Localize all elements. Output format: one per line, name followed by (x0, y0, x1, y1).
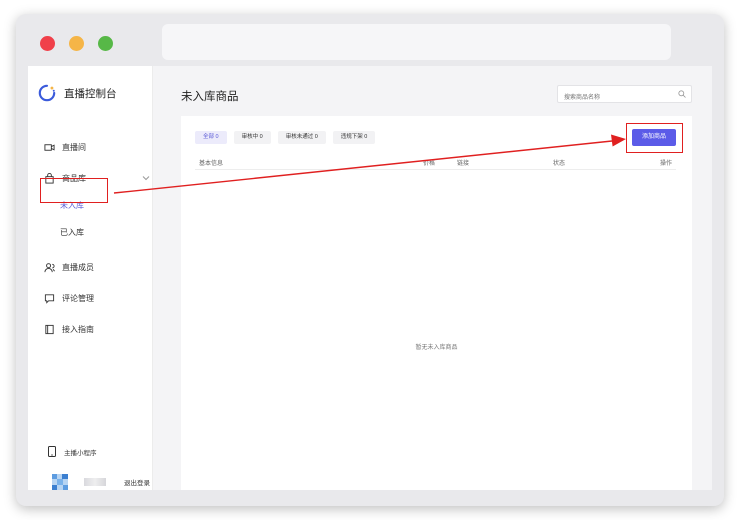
col-link: 链接 (457, 161, 470, 167)
main-content: 未入库商品 全部 0 审核中 0 审核未通过 0 违规下架 0 添加商品 基本信… (153, 66, 712, 490)
app-title: 直播控制台 (64, 87, 117, 100)
tab-removed-violation[interactable]: 违规下架 0 (332, 131, 376, 144)
tab-under-review[interactable]: 审核中 0 (233, 131, 271, 144)
shopping-bag-icon (45, 173, 54, 184)
page-title: 未入库商品 (181, 91, 239, 103)
product-panel: 全部 0 审核中 0 审核未通过 0 违规下架 0 添加商品 基本信息 价格 链… (181, 116, 692, 490)
title-bar (16, 14, 724, 66)
avatar[interactable] (52, 474, 68, 490)
address-bar[interactable] (162, 24, 671, 60)
anchor-mini-program[interactable]: 主播小程序 (48, 446, 97, 457)
sidebar-item-label: 接入指南 (62, 325, 94, 334)
search-icon[interactable] (678, 90, 686, 98)
add-product-button[interactable]: 添加商品 (632, 129, 676, 146)
sidebar-item-product-library[interactable]: 商品库 (44, 173, 86, 184)
sidebar-subitem-in-library[interactable]: 已入库 (60, 227, 84, 238)
filter-tabs: 全部 0 审核中 0 审核未通过 0 违规下架 0 (195, 131, 376, 144)
comment-icon (44, 294, 55, 304)
sidebar-item-live-members[interactable]: 直播成员 (44, 262, 94, 273)
video-camera-icon (44, 144, 55, 151)
mini-app-label: 主播小程序 (64, 449, 97, 457)
col-basic-info: 基本信息 (199, 161, 224, 167)
minimize-window-button[interactable] (69, 36, 84, 51)
sidebar-item-live-room[interactable]: 直播间 (44, 142, 86, 153)
chevron-down-icon[interactable] (142, 174, 150, 182)
logout-link[interactable]: 退出登录 (124, 477, 150, 487)
console-logo-icon (38, 84, 56, 102)
sidebar-item-comment-management[interactable]: 评论管理 (44, 293, 94, 304)
username-redacted (84, 478, 106, 486)
sidebar-item-label: 直播成员 (62, 263, 94, 272)
close-window-button[interactable] (40, 36, 55, 51)
members-icon (44, 263, 55, 273)
sidebar-item-label: 直播间 (62, 143, 86, 152)
sidebar: 直播控制台 直播间 商品库 未入库 已入库 直播成员 评论管理 接入指南 主播小… (28, 66, 153, 490)
sidebar-item-label: 商品库 (62, 174, 86, 183)
sidebar-item-access-guide[interactable]: 接入指南 (44, 324, 94, 335)
search-input[interactable] (558, 90, 668, 106)
col-actions: 操作 (660, 161, 673, 167)
phone-icon (48, 446, 56, 457)
sidebar-item-label: 评论管理 (62, 294, 94, 303)
book-icon (45, 324, 54, 335)
empty-state-text: 暂无未入库商品 (415, 345, 458, 351)
col-status: 状态 (553, 161, 566, 167)
col-price: 价格 (423, 161, 436, 167)
search-box[interactable] (557, 85, 692, 106)
app-window: 直播控制台 直播间 商品库 未入库 已入库 直播成员 评论管理 接入指南 主播小… (16, 14, 724, 506)
tab-all[interactable]: 全部 0 (195, 131, 227, 144)
app-logo: 直播控制台 (38, 84, 117, 102)
table-header: 基本信息 价格 链接 状态 操作 (195, 156, 676, 170)
zoom-window-button[interactable] (98, 36, 113, 51)
sidebar-subitem-not-in-library[interactable]: 未入库 (60, 200, 84, 211)
tab-rejected[interactable]: 审核未通过 0 (277, 131, 326, 144)
